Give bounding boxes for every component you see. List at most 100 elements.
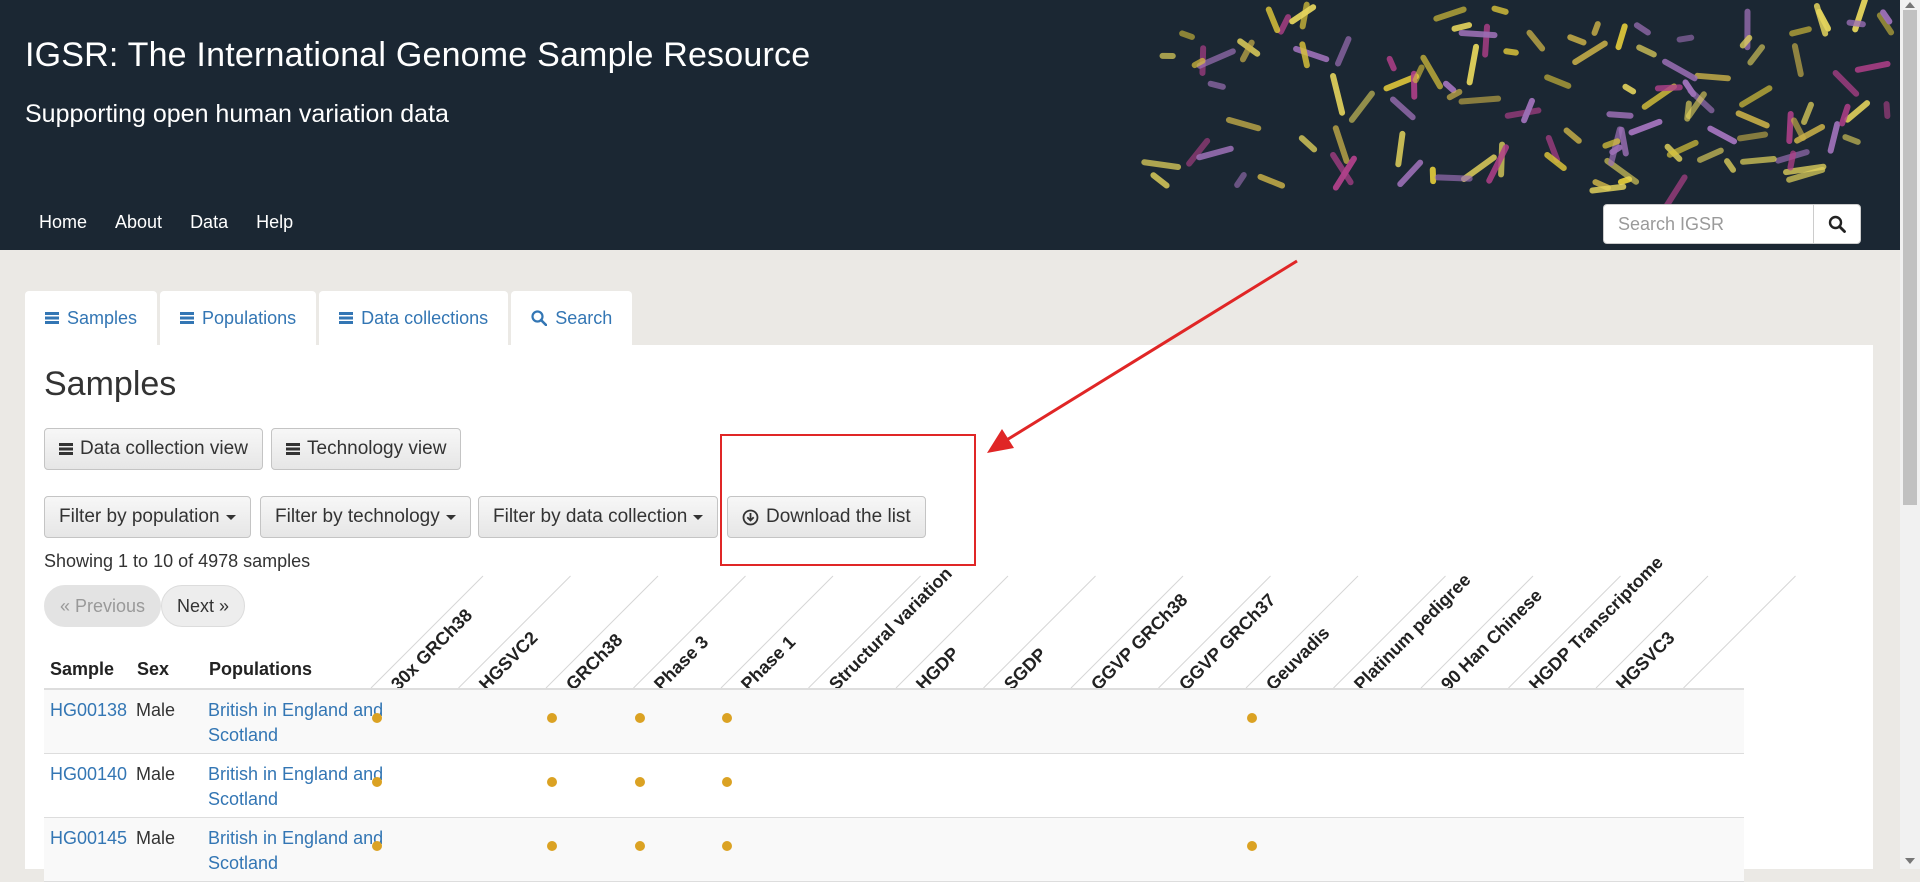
population-link[interactable]: British in England and Scotland xyxy=(208,698,408,748)
search-input[interactable] xyxy=(1603,204,1813,244)
technology-view-button[interactable]: Technology view xyxy=(271,428,462,470)
column-header-collection[interactable]: Geuvadis xyxy=(1262,623,1334,695)
chromosome-shape xyxy=(1491,5,1509,15)
data-collection-view-button[interactable]: Data collection view xyxy=(44,428,263,470)
chromosome-shape xyxy=(1615,23,1628,51)
scrollbar-thumb[interactable] xyxy=(1903,10,1917,505)
chromosome-shape xyxy=(1846,19,1866,28)
column-divider-line xyxy=(808,575,921,689)
chromosome-shape xyxy=(1293,45,1330,63)
chromosome-shape xyxy=(1736,131,1769,142)
column-header-collection[interactable]: HGSVC3 xyxy=(1612,628,1679,695)
column-divider-line xyxy=(1333,575,1446,689)
tab-label: Populations xyxy=(202,307,297,328)
population-link[interactable]: British in England and Scotland xyxy=(208,762,408,812)
chromosome-shape xyxy=(1429,166,1437,185)
table-row: HG00138 Male British in England and Scotla… xyxy=(44,690,1744,754)
chromosome-shape xyxy=(1735,110,1770,129)
list-icon xyxy=(339,311,354,325)
filter-population-dropdown[interactable]: Filter by population xyxy=(44,496,251,538)
nav-data[interactable]: Data xyxy=(176,208,242,237)
column-header-collection[interactable]: Phase 1 xyxy=(737,632,800,695)
chromosome-shape xyxy=(1852,0,1868,33)
collection-membership-dot xyxy=(547,777,557,787)
page-scrollbar[interactable] xyxy=(1900,0,1920,869)
chromosome-shape xyxy=(1854,60,1891,73)
column-header-populations[interactable]: Populations xyxy=(209,659,312,680)
tab-search[interactable]: Search xyxy=(511,291,633,345)
chromosome-shape xyxy=(1628,118,1663,136)
tab-label: Data collections xyxy=(361,307,489,328)
tab-populations[interactable]: Populations xyxy=(160,291,317,345)
scroll-down-arrow-icon[interactable] xyxy=(1905,858,1915,864)
chromosome-shape xyxy=(1827,121,1841,154)
button-label: Filter by technology xyxy=(275,506,440,527)
sample-id-link[interactable]: HG00138 xyxy=(50,698,127,723)
table-row: HG00145 Male British in England and Scotla… xyxy=(44,818,1744,882)
column-divider-line xyxy=(1070,575,1184,689)
button-label: Data collection view xyxy=(80,438,248,459)
button-label: Technology view xyxy=(307,438,447,459)
collection-membership-dot xyxy=(722,777,732,787)
tab-data-collections[interactable]: Data collections xyxy=(319,291,509,345)
column-divider-line xyxy=(720,575,834,689)
pagination: « Previous Next » xyxy=(44,585,246,627)
chromosome-shape xyxy=(1420,54,1444,90)
chromosome-shape xyxy=(1179,30,1195,40)
chromosome-shape xyxy=(1724,158,1737,173)
button-label: Filter by population xyxy=(59,506,220,527)
chromosome-shape xyxy=(1265,6,1281,34)
nav-home[interactable]: Home xyxy=(25,208,101,237)
column-divider-line xyxy=(458,575,571,689)
filter-data-collection-dropdown[interactable]: Filter by data collection xyxy=(478,496,719,538)
site-title[interactable]: IGSR: The International Genome Sample Re… xyxy=(25,36,810,75)
scroll-up-arrow-icon[interactable] xyxy=(1905,2,1915,8)
collection-membership-dot xyxy=(722,713,732,723)
site-search xyxy=(1603,204,1861,244)
button-label: Download the list xyxy=(766,506,911,527)
column-header-sex[interactable]: Sex xyxy=(137,659,169,680)
search-button[interactable] xyxy=(1813,204,1861,244)
chromosome-shape xyxy=(1433,6,1467,22)
collection-membership-dot xyxy=(372,713,382,723)
nav-help[interactable]: Help xyxy=(242,208,307,237)
chromosome-shape xyxy=(1141,159,1182,170)
list-icon xyxy=(286,442,300,456)
chromosome-shape xyxy=(1739,85,1773,108)
tab-samples[interactable]: Samples xyxy=(25,291,158,345)
next-page-button[interactable]: Next » xyxy=(161,585,246,627)
column-header-sample[interactable]: Sample xyxy=(50,659,114,680)
column-header-collection[interactable]: Phase 3 xyxy=(650,632,713,695)
chromosome-shape xyxy=(1482,23,1491,58)
sample-id-link[interactable]: HG00145 xyxy=(50,826,127,851)
caret-down-icon xyxy=(445,514,456,520)
results-summary: Showing 1 to 10 of 4978 samples xyxy=(44,551,311,571)
table-row: HG00140 Male British in England and Scotla… xyxy=(44,754,1744,818)
previous-page-button[interactable]: « Previous xyxy=(44,585,162,627)
tab-label: Samples xyxy=(67,307,138,328)
sample-id-link[interactable]: HG00140 xyxy=(50,762,127,787)
collection-membership-dot xyxy=(634,841,645,851)
chromosome-shape xyxy=(1466,43,1480,86)
chromosome-shape xyxy=(1662,58,1698,82)
column-divider-line xyxy=(370,575,484,689)
collection-membership-dot xyxy=(372,841,382,851)
column-header-collection[interactable]: HGSVC2 xyxy=(475,628,542,695)
filter-technology-dropdown[interactable]: Filter by technology xyxy=(260,496,471,538)
download-list-button[interactable]: Download the list xyxy=(727,496,926,538)
main-nav: Home About Data Help xyxy=(25,208,307,237)
tab-label: Search xyxy=(555,307,613,328)
chromosome-shape xyxy=(1697,147,1724,163)
column-header-collection[interactable]: GRCh38 xyxy=(562,630,627,695)
chromosome-shape xyxy=(1606,111,1634,119)
chromosome-shape xyxy=(1801,101,1814,126)
nav-about[interactable]: About xyxy=(101,208,176,237)
chromosome-shape xyxy=(1150,172,1170,189)
list-icon xyxy=(59,442,73,456)
sample-sex: Male xyxy=(136,764,176,784)
chromosome-shape xyxy=(1832,70,1860,97)
collection-membership-dot xyxy=(372,777,382,787)
chromosome-shape xyxy=(1458,29,1498,39)
collection-membership-dot xyxy=(547,841,557,851)
column-header-collection[interactable]: 30x GRCh38 xyxy=(387,605,477,695)
